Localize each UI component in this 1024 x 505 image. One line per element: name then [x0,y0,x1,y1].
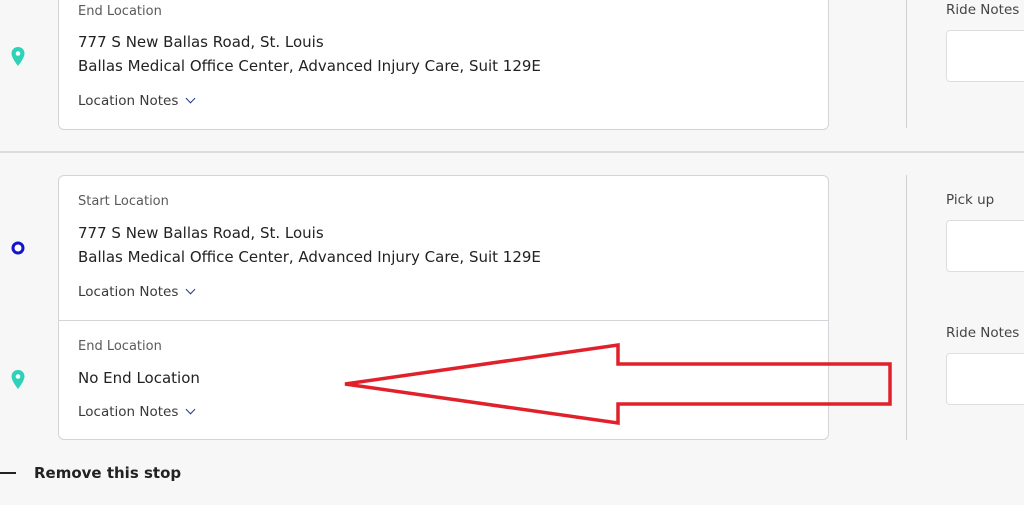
end-location-label: End Location [78,4,162,19]
stop-locations-card: Start Location 777 S New Ballas Road, St… [58,175,829,440]
end-address-line-2: Ballas Medical Office Center, Advanced I… [78,57,541,75]
minus-icon [0,472,16,474]
remove-stop-button[interactable]: Remove this stop [0,462,181,484]
location-notes-label: Location Notes [78,404,179,420]
remove-stop-label: Remove this stop [34,464,182,482]
stop-divider [0,151,1024,153]
start-location-label: Start Location [78,194,169,209]
start-address-line-1: 777 S New Ballas Road, St. Louis [78,224,324,242]
start-location-circle-marker-icon [11,240,25,259]
end-address-line-1: No End Location [78,369,200,387]
end-location-label: End Location [78,339,162,354]
end-location-card: End Location 777 S New Ballas Road, St. … [58,0,829,130]
end-location-map-pin-icon [10,369,26,395]
ride-notes-label: Ride Notes [946,325,1020,341]
end-location-map-pin-icon [10,46,26,72]
location-notes-toggle[interactable]: Location Notes [78,404,196,420]
chevron-down-icon [185,93,196,104]
location-notes-label: Location Notes [78,93,179,109]
ride-notes-label: Ride Notes [946,2,1020,18]
column-divider [906,0,907,128]
location-notes-label: Location Notes [78,284,179,300]
location-notes-toggle[interactable]: Location Notes [78,284,196,300]
pickup-input[interactable] [946,220,1024,272]
column-divider [906,175,907,440]
chevron-down-icon [185,404,196,415]
end-address-line-1: 777 S New Ballas Road, St. Louis [78,33,324,51]
card-separator [59,320,828,321]
chevron-down-icon [185,284,196,295]
ride-notes-input[interactable] [946,353,1024,405]
start-address-line-2: Ballas Medical Office Center, Advanced I… [78,248,541,266]
location-notes-toggle[interactable]: Location Notes [78,93,196,109]
pickup-label: Pick up [946,192,995,208]
ride-notes-input[interactable] [946,30,1024,82]
